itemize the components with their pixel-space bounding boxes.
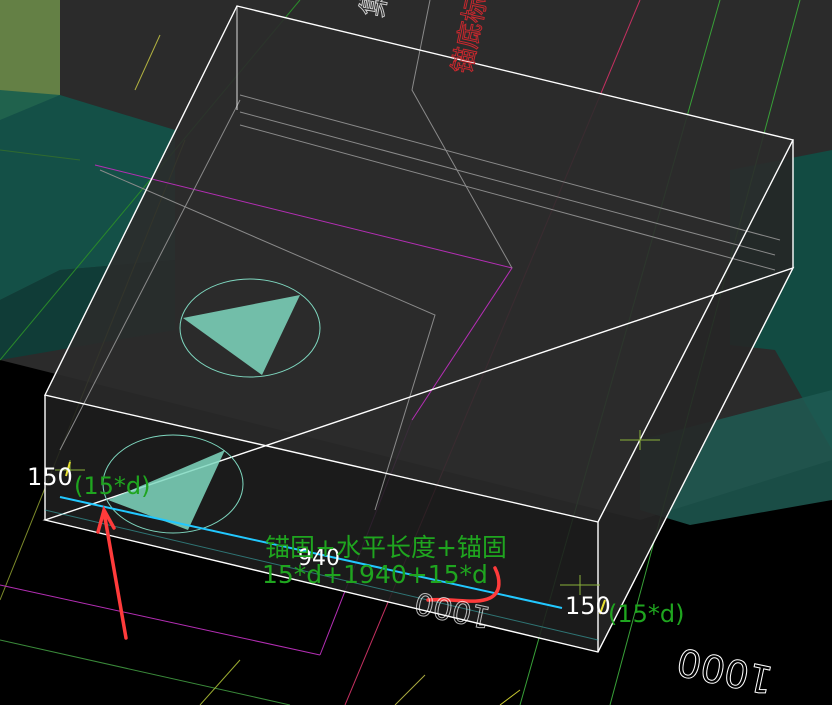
rebar-formula: 15*d+1940+15*d bbox=[262, 560, 488, 589]
rebar-caption: 锚固+水平长度+锚固 bbox=[265, 533, 507, 562]
dim-right-formula: (15*d) bbox=[608, 600, 685, 628]
dim-left-value: 150 bbox=[27, 463, 73, 491]
dim-right-value: 150 bbox=[565, 592, 611, 620]
cad-3d-viewport[interactable]: 150 (15*d) 940 锚固+水平长度+锚固 15*d+1940+15*d… bbox=[0, 0, 832, 705]
dim-left-formula: (15*d) bbox=[74, 472, 151, 500]
dim-1000-large: 1000 bbox=[673, 639, 777, 702]
scene-canvas[interactable]: 150 (15*d) 940 锚固+水平长度+锚固 15*d+1940+15*d… bbox=[0, 0, 832, 705]
